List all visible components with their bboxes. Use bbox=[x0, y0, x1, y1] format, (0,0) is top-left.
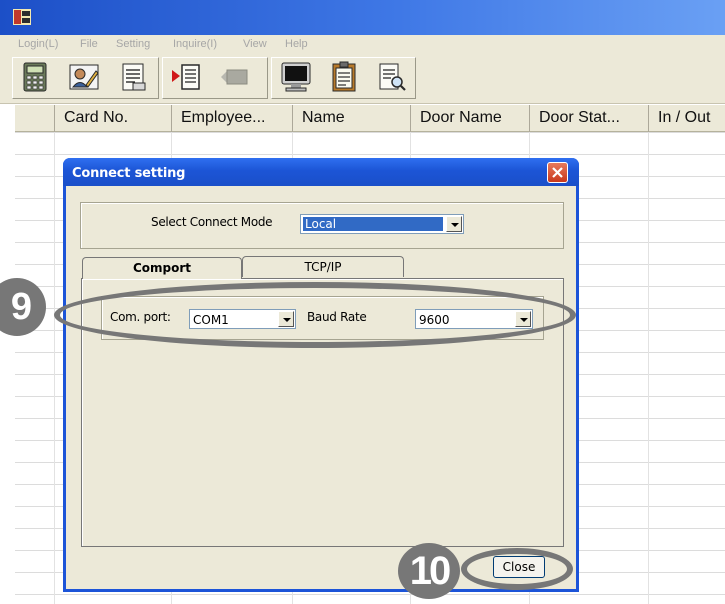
menu-view[interactable]: View bbox=[243, 38, 267, 50]
grid-column-divider bbox=[648, 132, 649, 604]
app-window: Login(L) File Setting Inquire(I) View He… bbox=[0, 0, 725, 604]
chevron-down-icon[interactable] bbox=[446, 216, 462, 232]
connect-mode-select[interactable]: Local bbox=[300, 214, 464, 234]
monitor-icon[interactable] bbox=[279, 61, 313, 93]
employee-edit-icon[interactable] bbox=[68, 61, 100, 93]
callout-ring-close-button bbox=[461, 548, 573, 590]
tab-comport[interactable]: Comport bbox=[82, 257, 242, 279]
clipboard-icon[interactable] bbox=[328, 61, 360, 93]
connect-mode-value: Local bbox=[303, 217, 443, 231]
title-bar bbox=[0, 0, 725, 35]
column-header-employee[interactable]: Employee... bbox=[171, 105, 292, 132]
menu-setting[interactable]: Setting bbox=[116, 38, 150, 50]
menu-help[interactable]: Help bbox=[285, 38, 308, 50]
column-header-selector[interactable] bbox=[15, 105, 54, 132]
calculator-icon[interactable] bbox=[19, 61, 51, 93]
app-icon bbox=[13, 9, 31, 25]
connect-mode-group: Select Connect Mode Local bbox=[80, 202, 564, 249]
search-document-icon[interactable] bbox=[375, 61, 407, 93]
close-icon bbox=[552, 167, 563, 178]
menu-bar: Login(L) File Setting Inquire(I) View He… bbox=[0, 35, 725, 54]
report-icon[interactable] bbox=[117, 61, 149, 93]
step-badge: 10 bbox=[398, 543, 460, 599]
connect-mode-label: Select Connect Mode bbox=[151, 215, 273, 229]
menu-file[interactable]: File bbox=[80, 38, 98, 50]
menu-login[interactable]: Login(L) bbox=[18, 38, 58, 50]
grid-column-divider bbox=[54, 132, 55, 604]
connect-setting-dialog: Connect setting Select Connect Mode Loca… bbox=[63, 158, 579, 592]
column-header-door-status[interactable]: Door Stat... bbox=[529, 105, 648, 132]
callout-ring-port-settings bbox=[54, 282, 576, 348]
column-header-name[interactable]: Name bbox=[292, 105, 410, 132]
column-header-card-no[interactable]: Card No. bbox=[54, 105, 171, 132]
grid-header: Card No. Employee... Name Door Name Door… bbox=[15, 105, 725, 132]
column-header-in-out[interactable]: In / Out bbox=[648, 105, 725, 132]
tab-tcp-ip[interactable]: TCP/IP bbox=[242, 256, 404, 277]
dialog-close-button[interactable] bbox=[547, 162, 568, 183]
disabled-door-icon[interactable] bbox=[218, 61, 250, 93]
toolbar bbox=[0, 54, 725, 104]
dialog-title: Connect setting bbox=[72, 166, 186, 181]
dialog-title-bar[interactable]: Connect setting bbox=[63, 158, 579, 186]
column-header-door-name[interactable]: Door Name bbox=[410, 105, 529, 132]
play-door-icon[interactable] bbox=[170, 61, 202, 93]
menu-inquire[interactable]: Inquire(I) bbox=[173, 38, 217, 50]
